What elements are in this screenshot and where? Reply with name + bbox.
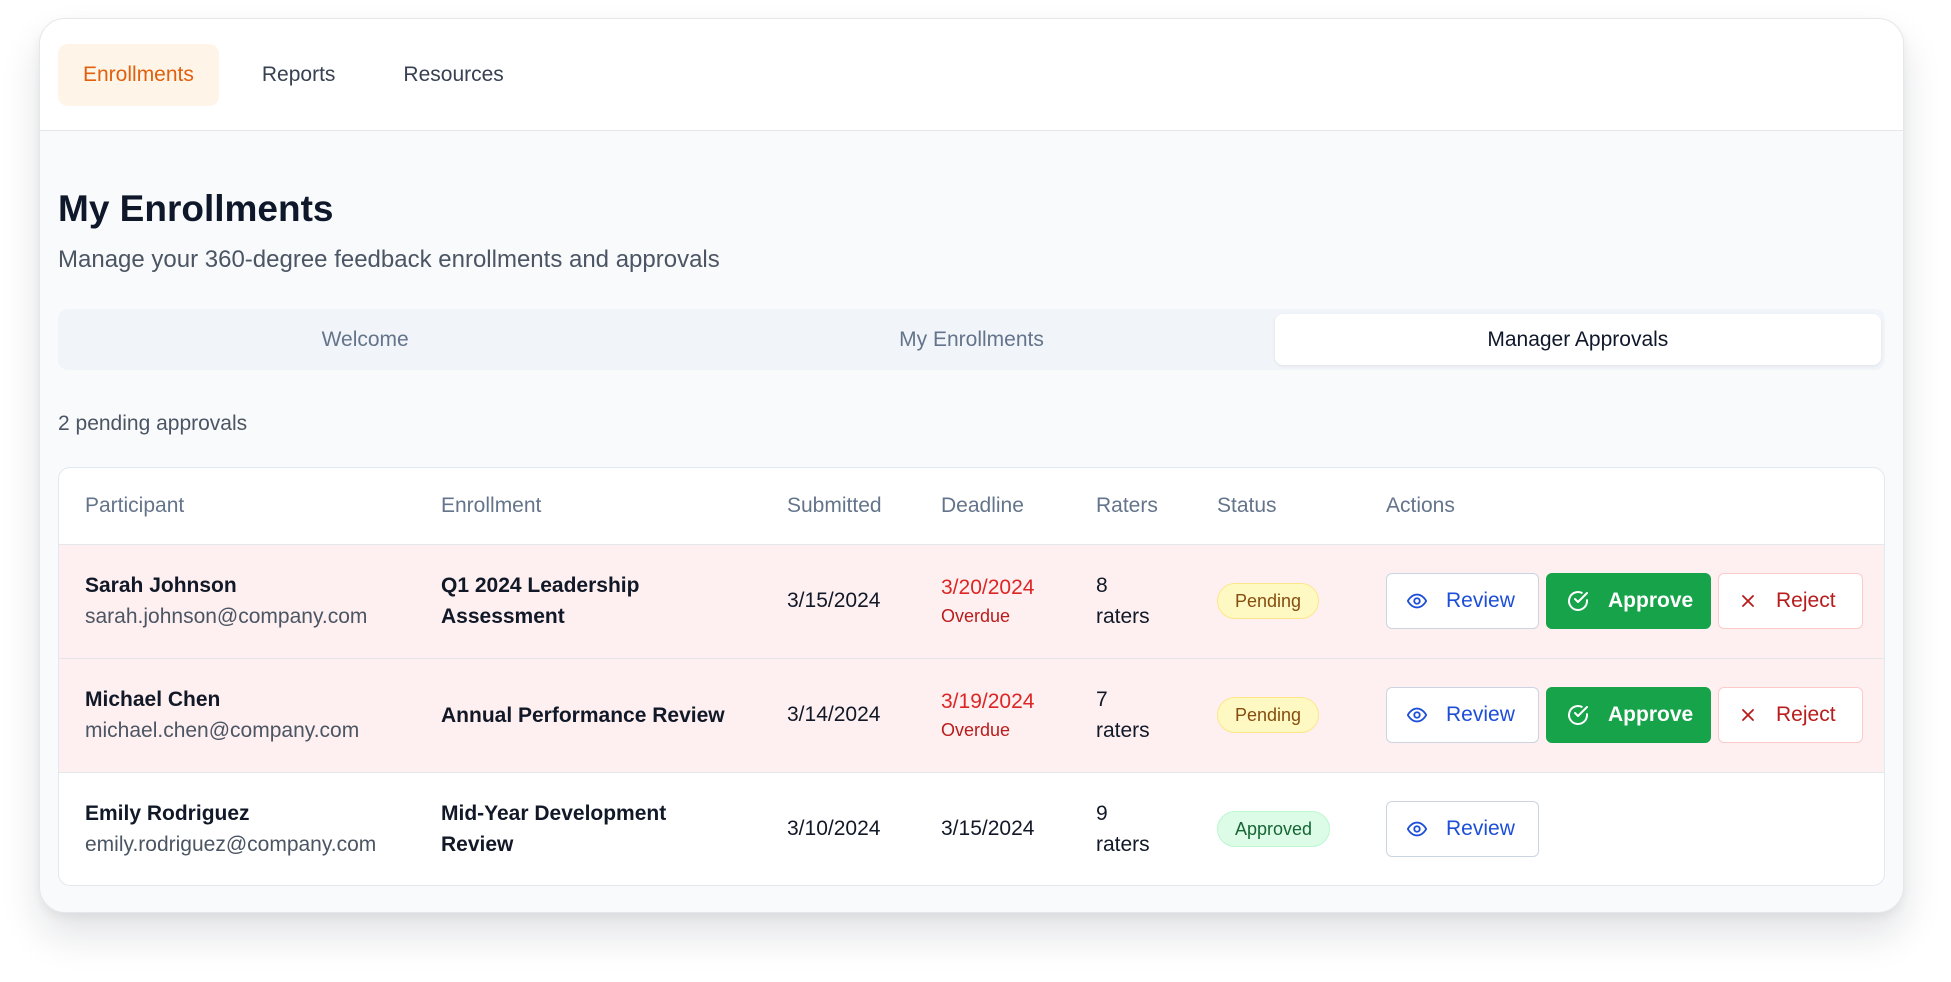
reject-button[interactable]: Reject	[1718, 687, 1863, 743]
check-circle-icon	[1566, 703, 1590, 727]
review-button[interactable]: Review	[1386, 800, 1539, 857]
deadline-date: 3/20/2024	[941, 576, 1035, 599]
approve-label: Approve	[1608, 589, 1694, 612]
review-label: Review	[1446, 816, 1515, 840]
participant-cell: Michael Chen michael.chen@company.com	[59, 658, 415, 773]
actions-cell: Review Approve Reject	[1360, 658, 1884, 773]
approvals-table-card: Participant Enrollment Submitted Deadlin…	[58, 467, 1885, 886]
app-window: Enrollments Reports Resources My Enrollm…	[39, 18, 1904, 913]
reject-button[interactable]: Reject	[1718, 573, 1863, 629]
deadline-date: 3/15/2024	[941, 816, 1035, 840]
participant-name: Michael Chen	[85, 688, 221, 711]
enrollment-cell: Q1 2024 Leadership Assessment	[415, 544, 761, 659]
participant-name: Emily Rodriguez	[85, 801, 250, 825]
table-row: Michael Chen michael.chen@company.com An…	[59, 658, 1884, 773]
enrollment-name-line1: Mid-Year Development	[441, 801, 667, 825]
review-button[interactable]: Review	[1386, 687, 1539, 743]
header-status: Status	[1191, 468, 1360, 545]
participant-cell: Emily Rodriguez emily.rodriguez@company.…	[59, 772, 415, 885]
submitted-date: 3/10/2024	[787, 816, 881, 840]
eye-icon	[1406, 590, 1428, 612]
page-subtitle: Manage your 360-degree feedback enrollme…	[58, 246, 720, 273]
approvals-table: Participant Enrollment Submitted Deadlin…	[59, 468, 1884, 885]
deadline-date: 3/19/2024	[941, 690, 1035, 713]
enrollment-name-line2: Assessment	[441, 605, 565, 628]
raters-cell: 8 raters	[1070, 544, 1191, 659]
review-label: Review	[1446, 589, 1515, 612]
participant-email: sarah.johnson@company.com	[85, 605, 368, 628]
review-button[interactable]: Review	[1386, 573, 1539, 629]
tab-welcome[interactable]: Welcome	[62, 314, 668, 365]
enrollment-name-line1: Annual Performance Review	[441, 703, 725, 727]
enrollment-cell: Annual Performance Review	[415, 658, 761, 773]
actions-cell: Review Approve Reject	[1360, 544, 1884, 659]
submitted-date: 3/14/2024	[761, 658, 915, 773]
pending-count: 2 pending approvals	[58, 412, 248, 435]
nav-item-enrollments[interactable]: Enrollments	[58, 43, 219, 106]
raters-unit: raters	[1096, 719, 1150, 742]
participant-name: Sarah Johnson	[85, 574, 237, 597]
participant-cell: Sarah Johnson sarah.johnson@company.com	[59, 544, 415, 659]
check-circle-icon	[1566, 589, 1590, 613]
approve-button[interactable]: Approve	[1546, 573, 1711, 629]
nav-item-reports[interactable]: Reports	[237, 44, 361, 106]
raters-count: 7	[1096, 688, 1108, 711]
reject-label: Reject	[1776, 703, 1836, 726]
tab-manager-approvals[interactable]: Manager Approvals	[1274, 314, 1881, 365]
tab-my-enrollments[interactable]: My Enrollments	[668, 314, 1274, 365]
table-header-row: Participant Enrollment Submitted Deadlin…	[59, 468, 1884, 545]
page-title: My Enrollments	[58, 188, 334, 229]
tab-list: Welcome My Enrollments Manager Approvals	[58, 309, 1885, 370]
status-cell: Approved	[1191, 772, 1360, 885]
header-participant: Participant	[59, 468, 415, 545]
overdue-label: Overdue	[941, 606, 1011, 626]
raters-unit: raters	[1096, 832, 1150, 856]
participant-email: michael.chen@company.com	[85, 719, 360, 742]
table-row: Sarah Johnson sarah.johnson@company.com …	[59, 544, 1884, 659]
raters-unit: raters	[1096, 605, 1150, 628]
enrollment-name-line1: Q1 2024 Leadership	[441, 574, 640, 597]
enrollment-cell: Mid-Year Development Review	[415, 772, 761, 885]
submitted-date: 3/15/2024	[761, 544, 915, 659]
status-badge: Approved	[1217, 810, 1331, 847]
header-enrollment: Enrollment	[415, 468, 761, 545]
raters-cell: 7 raters	[1070, 658, 1191, 773]
eye-icon	[1406, 818, 1428, 840]
main-content: My Enrollments Manage your 360-degree fe…	[40, 187, 1903, 886]
top-navigation: Enrollments Reports Resources	[40, 19, 1903, 131]
status-badge: Pending	[1217, 583, 1320, 619]
raters-count: 8	[1096, 574, 1108, 597]
status-cell: Pending	[1191, 544, 1360, 659]
eye-icon	[1406, 704, 1428, 726]
review-label: Review	[1446, 703, 1515, 726]
header-raters: Raters	[1070, 468, 1191, 545]
deadline-cell: 3/19/2024 Overdue	[915, 658, 1070, 773]
approve-button[interactable]: Approve	[1546, 687, 1711, 743]
status-badge: Pending	[1217, 697, 1320, 733]
participant-email: emily.rodriguez@company.com	[85, 832, 377, 856]
x-icon	[1738, 705, 1758, 725]
status-cell: Pending	[1191, 658, 1360, 773]
raters-cell: 9 raters	[1070, 772, 1191, 885]
header-deadline: Deadline	[915, 468, 1070, 545]
overdue-label: Overdue	[941, 720, 1011, 740]
header-submitted: Submitted	[761, 468, 915, 545]
header-actions: Actions	[1360, 468, 1884, 545]
actions-cell: Review	[1360, 772, 1884, 885]
reject-label: Reject	[1776, 589, 1836, 612]
enrollment-name-line2: Review	[441, 832, 514, 856]
approve-label: Approve	[1608, 703, 1694, 726]
deadline-cell: 3/20/2024 Overdue	[915, 544, 1070, 659]
nav-item-resources[interactable]: Resources	[378, 44, 528, 106]
table-row: Emily Rodriguez emily.rodriguez@company.…	[59, 772, 1884, 885]
raters-count: 9	[1096, 801, 1108, 825]
x-icon	[1738, 591, 1758, 611]
